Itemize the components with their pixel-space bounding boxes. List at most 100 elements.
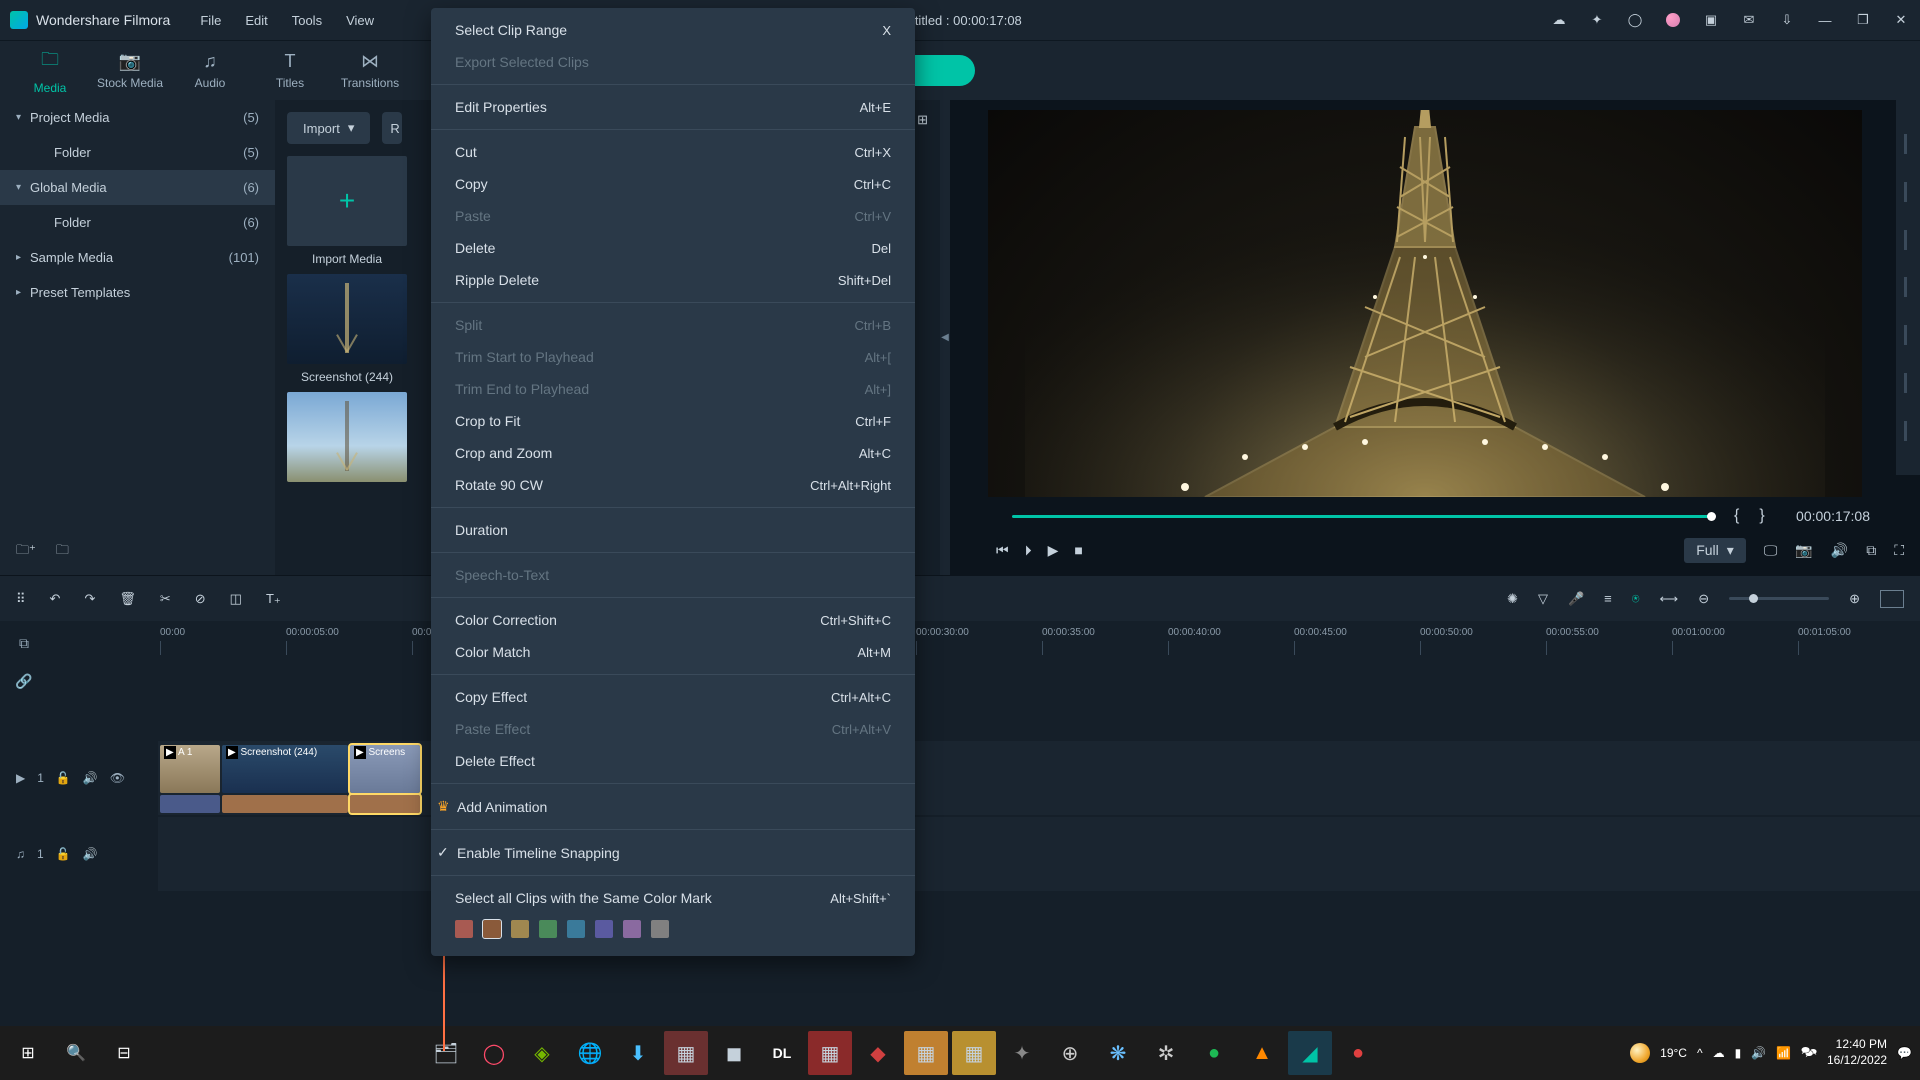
deny-icon[interactable]: ⊘ [195, 591, 206, 607]
media-thumbnail-1[interactable]: Screenshot (244) [287, 274, 407, 384]
menu-color-match[interactable]: Color MatchAlt+M [431, 636, 915, 668]
app-generic-5[interactable]: ◆ [856, 1031, 900, 1075]
app-generic-9[interactable]: ⊕ [1048, 1031, 1092, 1075]
menu-select-range[interactable]: Select Clip RangeX [431, 14, 915, 46]
app-generic-3[interactable]: ◼ [712, 1031, 756, 1075]
menu-copy-effect[interactable]: Copy EffectCtrl+Alt+C [431, 681, 915, 713]
stop-icon[interactable]: ■ [1074, 542, 1082, 558]
task-view-icon[interactable]: ⊟ [104, 1033, 144, 1073]
menu-edit[interactable]: Edit [245, 13, 267, 28]
shield-icon[interactable]: ▽ [1538, 591, 1548, 607]
tray-onedrive-icon[interactable]: ☁ [1713, 1046, 1725, 1060]
minimize-icon[interactable]: — [1816, 11, 1834, 29]
tray-wifi-icon[interactable]: 📶 [1776, 1046, 1791, 1060]
mail-icon[interactable]: ✉ [1740, 11, 1758, 29]
bracket-open[interactable]: { [1734, 507, 1739, 525]
color-swatch[interactable] [567, 920, 585, 938]
sidebar-item-2[interactable]: ▾Global Media(6) [0, 170, 275, 205]
app-filmora[interactable]: ◢ [1288, 1031, 1332, 1075]
bracket-close[interactable]: } [1759, 507, 1764, 525]
clip-a1[interactable]: ▶ A 1 [160, 745, 220, 793]
import-button[interactable]: Import ▾ [287, 112, 370, 144]
maximize-icon[interactable]: ❐ [1854, 11, 1872, 29]
clip-screenshot-audio[interactable] [222, 795, 348, 813]
media-thumbnail-2[interactable] [287, 392, 407, 482]
timeline-link-icon[interactable]: 🔗 [10, 667, 38, 695]
menu-ripple-del[interactable]: Ripple DeleteShift+Del [431, 264, 915, 296]
adjust-icon[interactable]: ⟷ [1660, 591, 1679, 607]
quality-select[interactable]: Full ▾ [1684, 538, 1746, 563]
lightbulb-icon[interactable]: ✦ [1588, 11, 1606, 29]
options-icon[interactable]: ⠿ [16, 591, 26, 607]
import-media-tile[interactable]: + Import Media [287, 156, 407, 266]
undo-icon[interactable]: ↶ [50, 591, 61, 607]
download-icon[interactable]: ⇩ [1778, 11, 1796, 29]
start-button[interactable]: ⊞ [8, 1033, 48, 1073]
display-icon[interactable]: 🖵 [1764, 542, 1778, 559]
record-button[interactable]: R [382, 112, 402, 144]
sidebar-item-1[interactable]: Folder(5) [0, 135, 275, 170]
profile-icon[interactable] [1664, 11, 1682, 29]
color-swatch[interactable] [483, 920, 501, 938]
menu-delete[interactable]: DeleteDel [431, 232, 915, 264]
zoom-slider[interactable] [1729, 597, 1829, 600]
lock-icon[interactable]: 🔓 [56, 771, 71, 785]
collapse-handle[interactable]: ◀ [940, 100, 950, 575]
app-generic-2[interactable]: ▦ [664, 1031, 708, 1075]
close-icon[interactable]: ✕ [1892, 11, 1910, 29]
app-generic-7[interactable]: ▦ [952, 1031, 996, 1075]
eye-icon[interactable]: 👁 [110, 771, 125, 785]
pip-icon[interactable]: ⧉ [1866, 542, 1876, 559]
sidebar-item-0[interactable]: ▾Project Media(5) [0, 100, 275, 135]
tab-transitions[interactable]: ⋈ Transitions [330, 51, 410, 90]
menu-select-color[interactable]: Select all Clips with the Same Color Mar… [431, 882, 915, 914]
app-explorer[interactable]: 🗂 [424, 1031, 468, 1075]
sidebar-item-3[interactable]: Folder(6) [0, 205, 275, 240]
timeline-ruler[interactable]: 00:0000:00:05:0000:00:10:0000:00:30:0000… [0, 621, 1920, 661]
preview-video[interactable] [988, 110, 1862, 497]
clip-a1-audio[interactable] [160, 795, 220, 813]
menu-add-anim[interactable]: ♛Add Animation [431, 790, 915, 823]
tab-audio[interactable]: ♫ Audio [170, 51, 250, 90]
fit-icon[interactable] [1880, 590, 1904, 608]
app-generic-6[interactable]: ▦ [904, 1031, 948, 1075]
grid-view-icon[interactable]: ⊞ [917, 112, 928, 144]
app-spotify[interactable]: ● [1192, 1031, 1236, 1075]
text-tool-icon[interactable]: T₊ [266, 591, 281, 607]
color-swatch[interactable] [623, 920, 641, 938]
cloud-icon[interactable]: ☁ [1550, 11, 1568, 29]
tray-chevron-icon[interactable]: ^ [1697, 1046, 1703, 1060]
mute-icon[interactable]: 🔊 [83, 847, 98, 861]
app-generic-8[interactable]: ✦ [1000, 1031, 1044, 1075]
color-swatch[interactable] [455, 920, 473, 938]
app-generic-12[interactable]: ● [1336, 1031, 1380, 1075]
open-folder-icon[interactable]: 🗀 [56, 541, 69, 563]
taskbar-clock[interactable]: 12:40 PM 16/12/2022 [1827, 1037, 1887, 1068]
tab-titles[interactable]: T Titles [250, 51, 330, 90]
play-icon[interactable]: ▶ [1048, 542, 1059, 559]
step-icon[interactable]: ⏵ [1025, 542, 1032, 559]
sidebar-item-5[interactable]: ▸Preset Templates [0, 275, 275, 310]
mic-icon[interactable]: 🎤 [1568, 591, 1584, 607]
mixer-icon[interactable]: ≡ [1604, 591, 1612, 606]
clip-screenshot[interactable]: ▶ Screenshot (244) [222, 745, 348, 793]
headset-icon[interactable]: ◯ [1626, 11, 1644, 29]
menu-color-corr[interactable]: Color CorrectionCtrl+Shift+C [431, 604, 915, 636]
menu-crop-fit[interactable]: Crop to FitCtrl+F [431, 405, 915, 437]
app-vlc[interactable]: ▲ [1240, 1031, 1284, 1075]
app-nvidia[interactable]: ◈ [520, 1031, 564, 1075]
render-icon[interactable]: ✺ [1507, 591, 1518, 607]
tab-stock-media[interactable]: 📷 Stock Media [90, 51, 170, 90]
menu-edit-props[interactable]: Edit PropertiesAlt+E [431, 91, 915, 123]
search-icon[interactable]: 🔍 [56, 1033, 96, 1073]
app-generic-10[interactable]: ❋ [1096, 1031, 1140, 1075]
menu-snap[interactable]: ✓Enable Timeline Snapping [431, 836, 915, 869]
crop-icon[interactable]: ◫ [230, 591, 242, 607]
menu-duration[interactable]: Duration [431, 514, 915, 546]
zoom-out-icon[interactable]: ⊖ [1698, 591, 1709, 607]
snapshot-icon[interactable]: 📷 [1795, 542, 1812, 559]
marker-icon[interactable]: ⍟ [1632, 591, 1640, 607]
tab-media[interactable]: 🗀 Media [10, 47, 90, 95]
prev-frame-icon[interactable]: ⏮ [996, 542, 1009, 559]
menu-crop-zoom[interactable]: Crop and ZoomAlt+C [431, 437, 915, 469]
